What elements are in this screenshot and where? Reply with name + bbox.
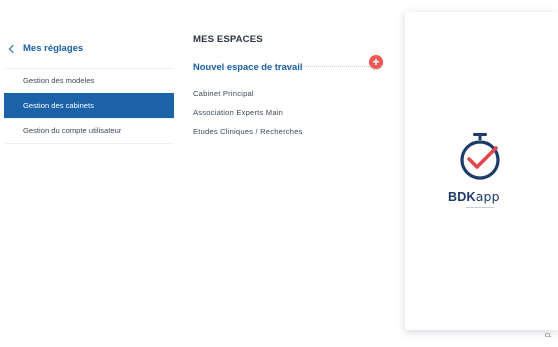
menu-item-models[interactable]: Gestion des modeles bbox=[4, 68, 174, 93]
bdkapp-logo bbox=[448, 132, 512, 189]
brand-name-light: app bbox=[475, 189, 500, 204]
menu-item-user-account[interactable]: Gestion du compte utilisateur bbox=[4, 118, 174, 144]
new-workspace-link[interactable]: Nouvel espace de travail bbox=[193, 61, 302, 72]
spaces-title: MES ESPACES bbox=[193, 34, 263, 45]
stopwatch-check-logo bbox=[460, 133, 500, 180]
back-label: Mes réglages bbox=[23, 43, 84, 54]
workspace-item[interactable]: Association Experts Main bbox=[193, 108, 283, 117]
menu-item-cabinets[interactable]: Gestion des cabinets bbox=[4, 93, 174, 118]
plus-icon: + bbox=[372, 55, 380, 69]
brand-underline bbox=[466, 207, 494, 208]
chevron-left-icon bbox=[8, 44, 18, 53]
brand-name-bold: BDK bbox=[448, 190, 476, 204]
add-workspace-button[interactable]: + bbox=[369, 55, 383, 69]
app-frame: Mes réglages Gestion des modeles Gestion… bbox=[0, 0, 558, 347]
workspace-item[interactable]: Cabinet Principal bbox=[193, 89, 254, 98]
corner-mark: CL bbox=[545, 333, 552, 339]
settings-menu: Gestion des modeles Gestion des cabinets… bbox=[4, 68, 174, 144]
settings-panel bbox=[4, 20, 174, 317]
back-to-settings-link[interactable]: Mes réglages bbox=[8, 43, 84, 54]
workspace-item[interactable]: Etudes Cliniques / Recherches bbox=[193, 127, 303, 136]
brand-name: BDKapp bbox=[448, 189, 500, 204]
